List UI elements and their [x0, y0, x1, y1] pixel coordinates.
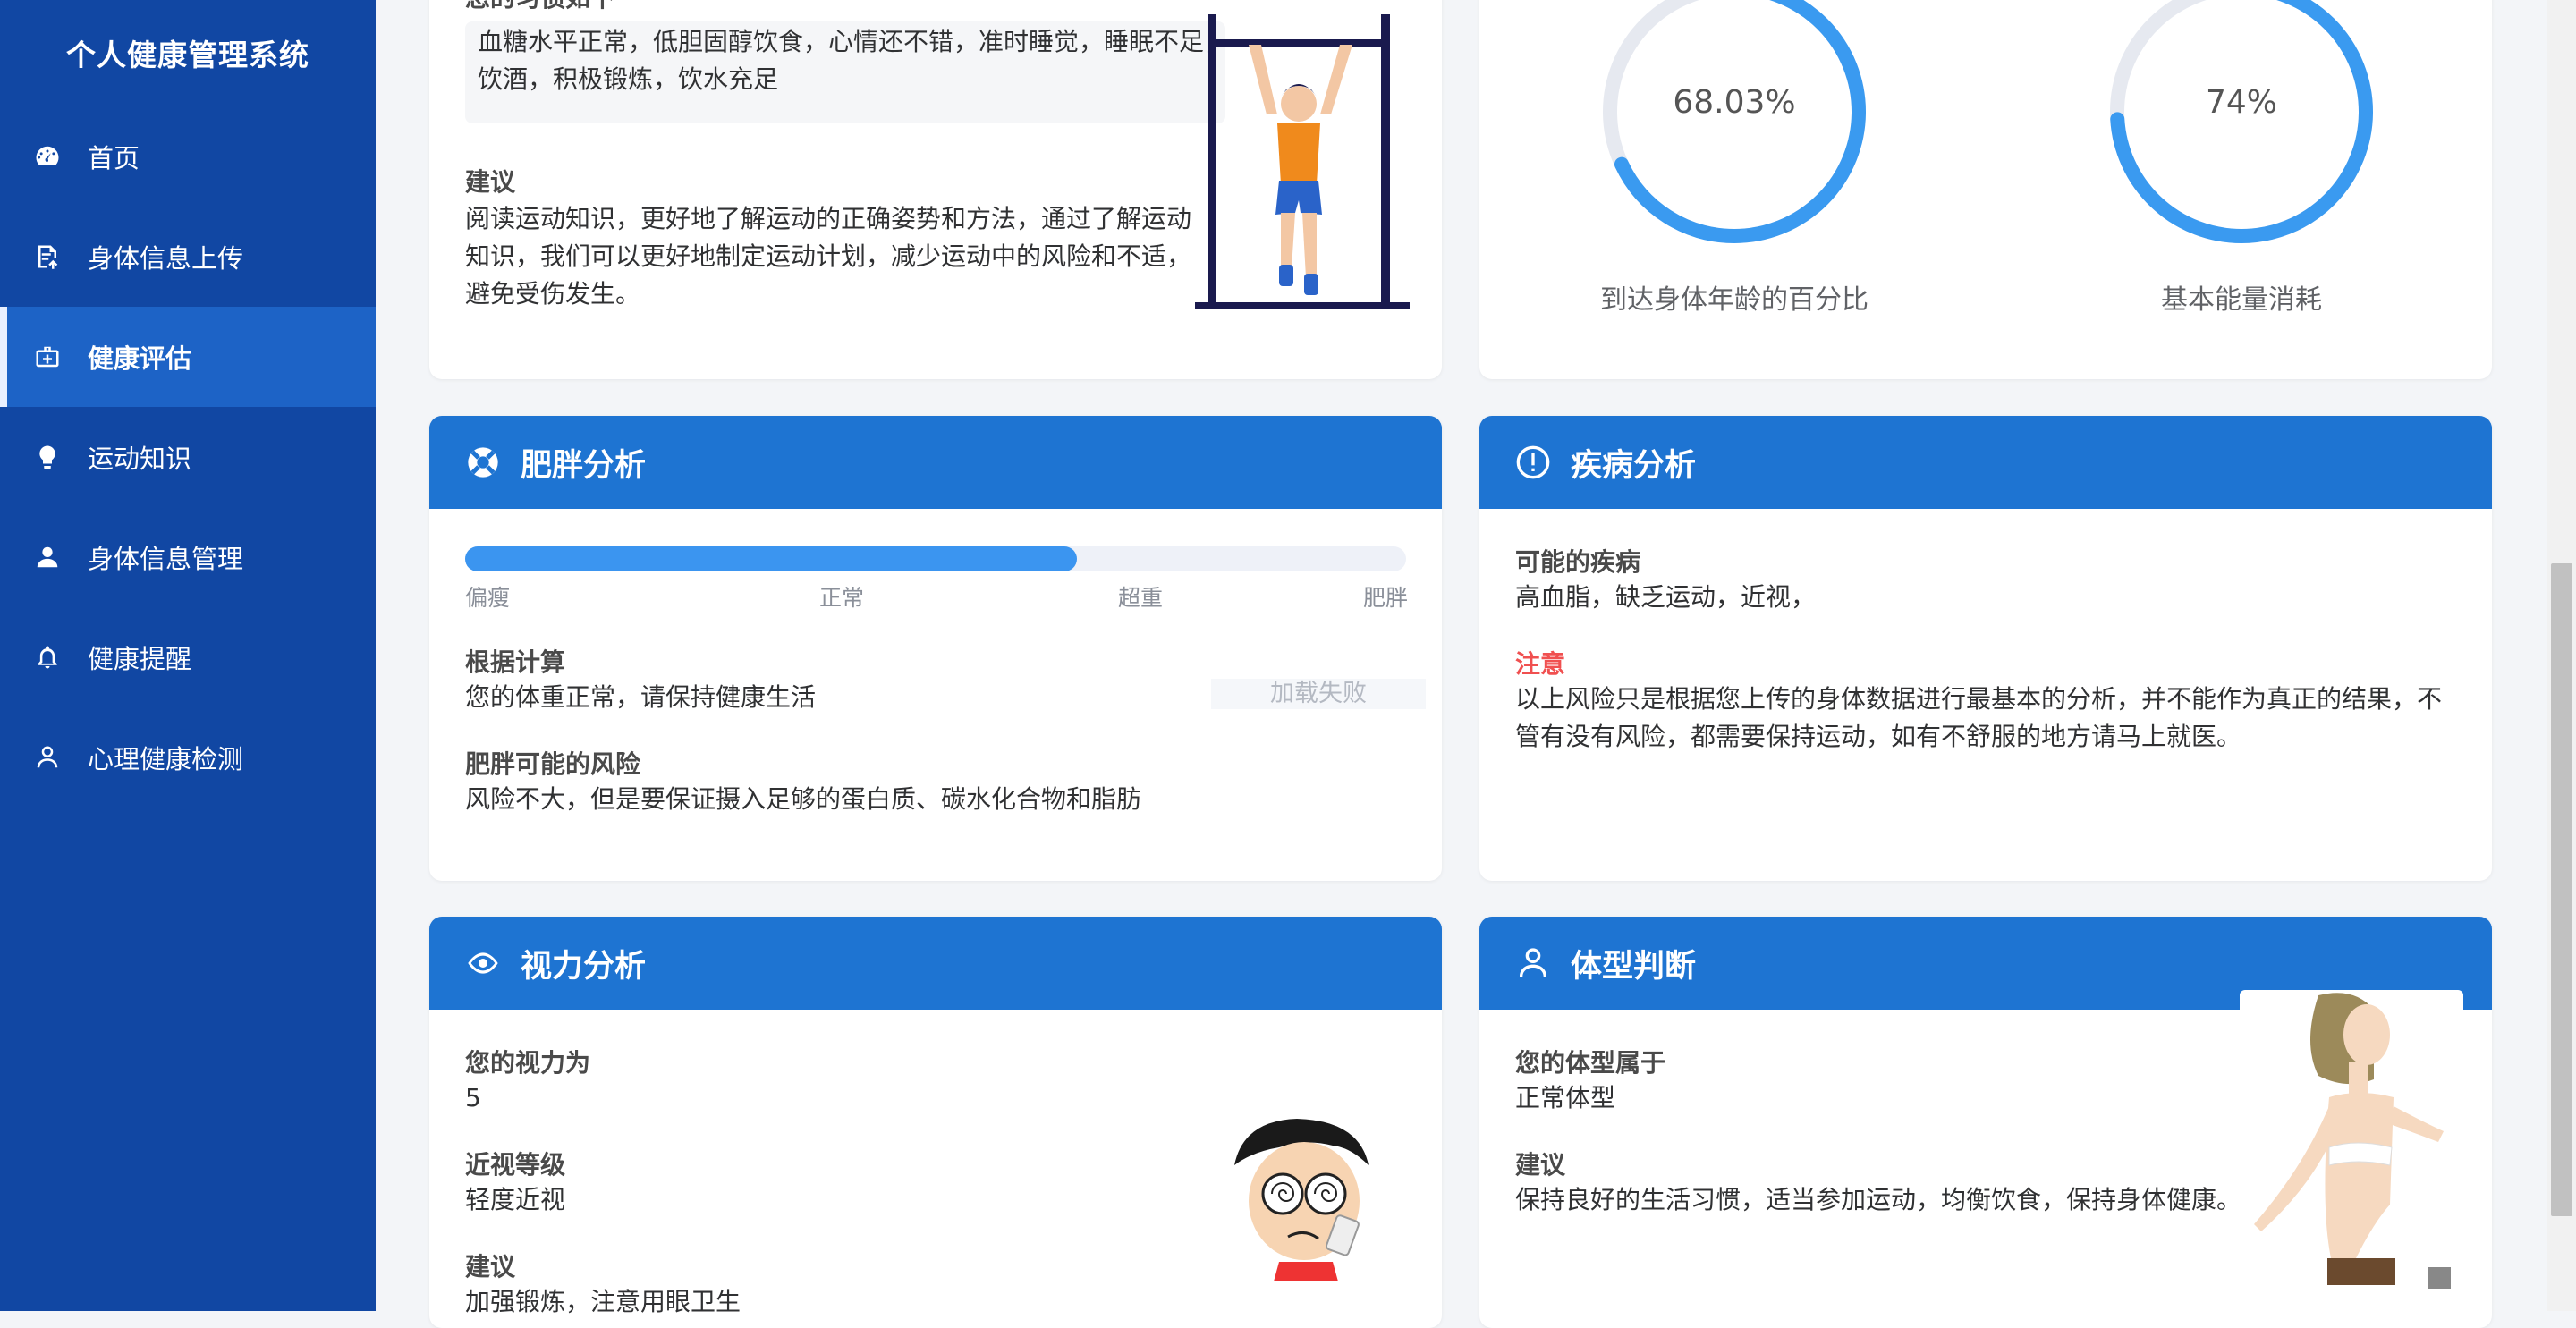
sidebar-item-label: 身体信息管理: [88, 544, 244, 574]
scale-label-obese: 肥胖: [1363, 585, 1409, 611]
habits-box: 血糖水平正常，低胆固醇饮食，心情还不错，准时睡觉，睡眠不足，少饮酒，积极锻炼，饮…: [465, 21, 1225, 123]
habits-label: 您的习惯如下: [465, 0, 615, 14]
bmi-progress-fill: [465, 546, 1077, 571]
disease-card-header: 疾病分析: [1479, 416, 2492, 509]
energy-percent: 74%: [2205, 84, 2277, 121]
disease-card-title: 疾病分析: [1571, 447, 1697, 484]
vision-card: 视力分析 您的视力为 5 近视等级 轻度近视 建议 加强锻炼，注意用眼卫生: [429, 917, 1442, 1328]
vision-card-header: 视力分析: [429, 917, 1442, 1010]
obesity-card-header: 肥胖分析: [429, 416, 1442, 509]
sidebar-item-health-reminder[interactable]: 健康提醒: [0, 607, 376, 707]
sidebar-item-mental-health[interactable]: 心理健康检测: [0, 707, 376, 808]
woman-body-illustration: [2240, 990, 2463, 1321]
energy-ring: [2110, 0, 2373, 243]
vision-label: 您的视力为: [465, 1048, 591, 1078]
myopia-label: 近视等级: [465, 1150, 566, 1180]
stats-card: 68.03% 到达身体年龄的百分比 74% 基本能量消耗: [1479, 0, 2492, 379]
eye-icon: [465, 945, 501, 981]
obesity-card: 肥胖分析 偏瘦 正常 超重 肥胖 根据计算 您的体重正常，请保持健康生活 加载失…: [429, 416, 1442, 881]
dashboard-icon: [32, 141, 63, 172]
body-age-ring: [1603, 0, 1866, 243]
vision-advice-label: 建议: [465, 1252, 516, 1281]
scale-label-normal: 正常: [819, 585, 865, 611]
sidebar-item-health-assessment[interactable]: 健康评估: [0, 307, 376, 407]
sidebar-item-label: 身体信息上传: [88, 243, 244, 274]
dizzy-glasses-boy-illustration: [1225, 1112, 1377, 1281]
user-filled-icon: [32, 542, 63, 572]
advice-label: 建议: [465, 167, 516, 197]
calc-text: 您的体重正常，请保持健康生活: [465, 682, 817, 712]
note-label: 注意: [1515, 649, 1566, 679]
sidebar-item-body-info[interactable]: 身体信息管理: [0, 507, 376, 607]
body-advice-label: 建议: [1515, 1150, 1566, 1180]
page-scrollbar[interactable]: [2547, 0, 2576, 1311]
sidebar-item-label: 运动知识: [88, 444, 192, 474]
upload-document-icon: [32, 241, 63, 272]
app-title: 个人健康管理系统: [0, 0, 376, 106]
user-outline-icon: [32, 742, 63, 773]
energy-label: 基本能量消耗: [2161, 284, 2322, 316]
scale-label-overweight: 超重: [1118, 585, 1164, 611]
image-load-failed: 加载失败: [1211, 679, 1426, 709]
scale-label-underweight: 偏瘦: [465, 585, 511, 611]
sidebar-item-label: 首页: [88, 143, 140, 173]
bell-icon: [32, 642, 63, 672]
pull-up-man-illustration: [1195, 9, 1410, 313]
disease-card: 疾病分析 可能的疾病 高血脂，缺乏运动，近视， 注意 以上风险只是根据您上传的身…: [1479, 416, 2492, 881]
advice-wrap: 阅读运动知识，更好地了解运动的正确姿势和方法，通过了解运动知识，我们可以更好地制…: [465, 200, 1191, 317]
scrollbar-thumb[interactable]: [2551, 563, 2572, 1216]
advice-text: 阅读运动知识，更好地了解运动的正确姿势和方法，通过了解运动知识，我们可以更好地制…: [465, 204, 1191, 309]
possible-disease-label: 可能的疾病: [1515, 547, 1641, 577]
risk-text: 风险不大，但是要保证摄入足够的蛋白质、碳水化合物和脂肪: [465, 784, 1142, 814]
sidebar-item-upload[interactable]: 身体信息上传: [0, 207, 376, 307]
calc-label: 根据计算: [465, 647, 566, 677]
habits-text: 血糖水平正常，低胆固醇饮食，心情还不错，准时睡觉，睡眠不足，少饮酒，积极锻炼，饮…: [478, 27, 1225, 94]
myopia-value: 轻度近视: [465, 1185, 566, 1214]
sidebar-item-label: 健康提醒: [88, 644, 192, 674]
sidebar-item-exercise-knowledge[interactable]: 运动知识: [0, 407, 376, 507]
lifebuoy-icon: [465, 444, 501, 480]
bmi-progress-bar: [465, 546, 1406, 571]
body-type-value: 正常体型: [1515, 1083, 1616, 1112]
vision-value: 5: [465, 1083, 481, 1112]
sidebar-item-home[interactable]: 首页: [0, 106, 376, 207]
medical-kit-icon: [32, 342, 63, 372]
body-type-label: 您的体型属于: [1515, 1048, 1666, 1078]
body-advice-text: 保持良好的生活习惯，适当参加运动，均衡饮食，保持身体健康。: [1515, 1185, 2242, 1214]
sidebar-item-label: 健康评估: [88, 343, 192, 374]
body-age-label: 到达身体年龄的百分比: [1600, 284, 1868, 316]
lightbulb-icon: [32, 442, 63, 472]
sidebar: 个人健康管理系统 首页 身体信息上传 健康评估 运动知识 身体信息管理 健康提醒…: [0, 0, 376, 1311]
main-content: 您的习惯如下 血糖水平正常，低胆固醇饮食，心情还不错，准时睡觉，睡眠不足，少饮酒…: [376, 0, 2547, 1328]
sidebar-item-label: 心理健康检测: [88, 744, 244, 774]
possible-disease-text: 高血脂，缺乏运动，近视，: [1515, 582, 1817, 612]
note-text: 以上风险只是根据您上传的身体数据进行最基本的分析，并不能作为真正的结果，不管有没…: [1515, 684, 2443, 751]
body-type-card: 体型判断 您的体型属于 正常体型 建议 保持良好的生活习惯，适当参加运动，均衡饮…: [1479, 917, 2492, 1328]
vision-card-title: 视力分析: [521, 948, 647, 985]
vision-advice-text: 加强锻炼，注意用眼卫生: [465, 1287, 741, 1316]
user-outline-icon: [1515, 945, 1551, 981]
body-type-card-title: 体型判断: [1571, 948, 1697, 985]
obesity-card-title: 肥胖分析: [521, 447, 647, 484]
body-age-percent: 68.03%: [1673, 84, 1796, 121]
alert-circle-icon: [1515, 444, 1551, 480]
risk-label: 肥胖可能的风险: [465, 749, 641, 779]
habits-card: 您的习惯如下 血糖水平正常，低胆固醇饮食，心情还不错，准时睡觉，睡眠不足，少饮酒…: [429, 0, 1442, 379]
